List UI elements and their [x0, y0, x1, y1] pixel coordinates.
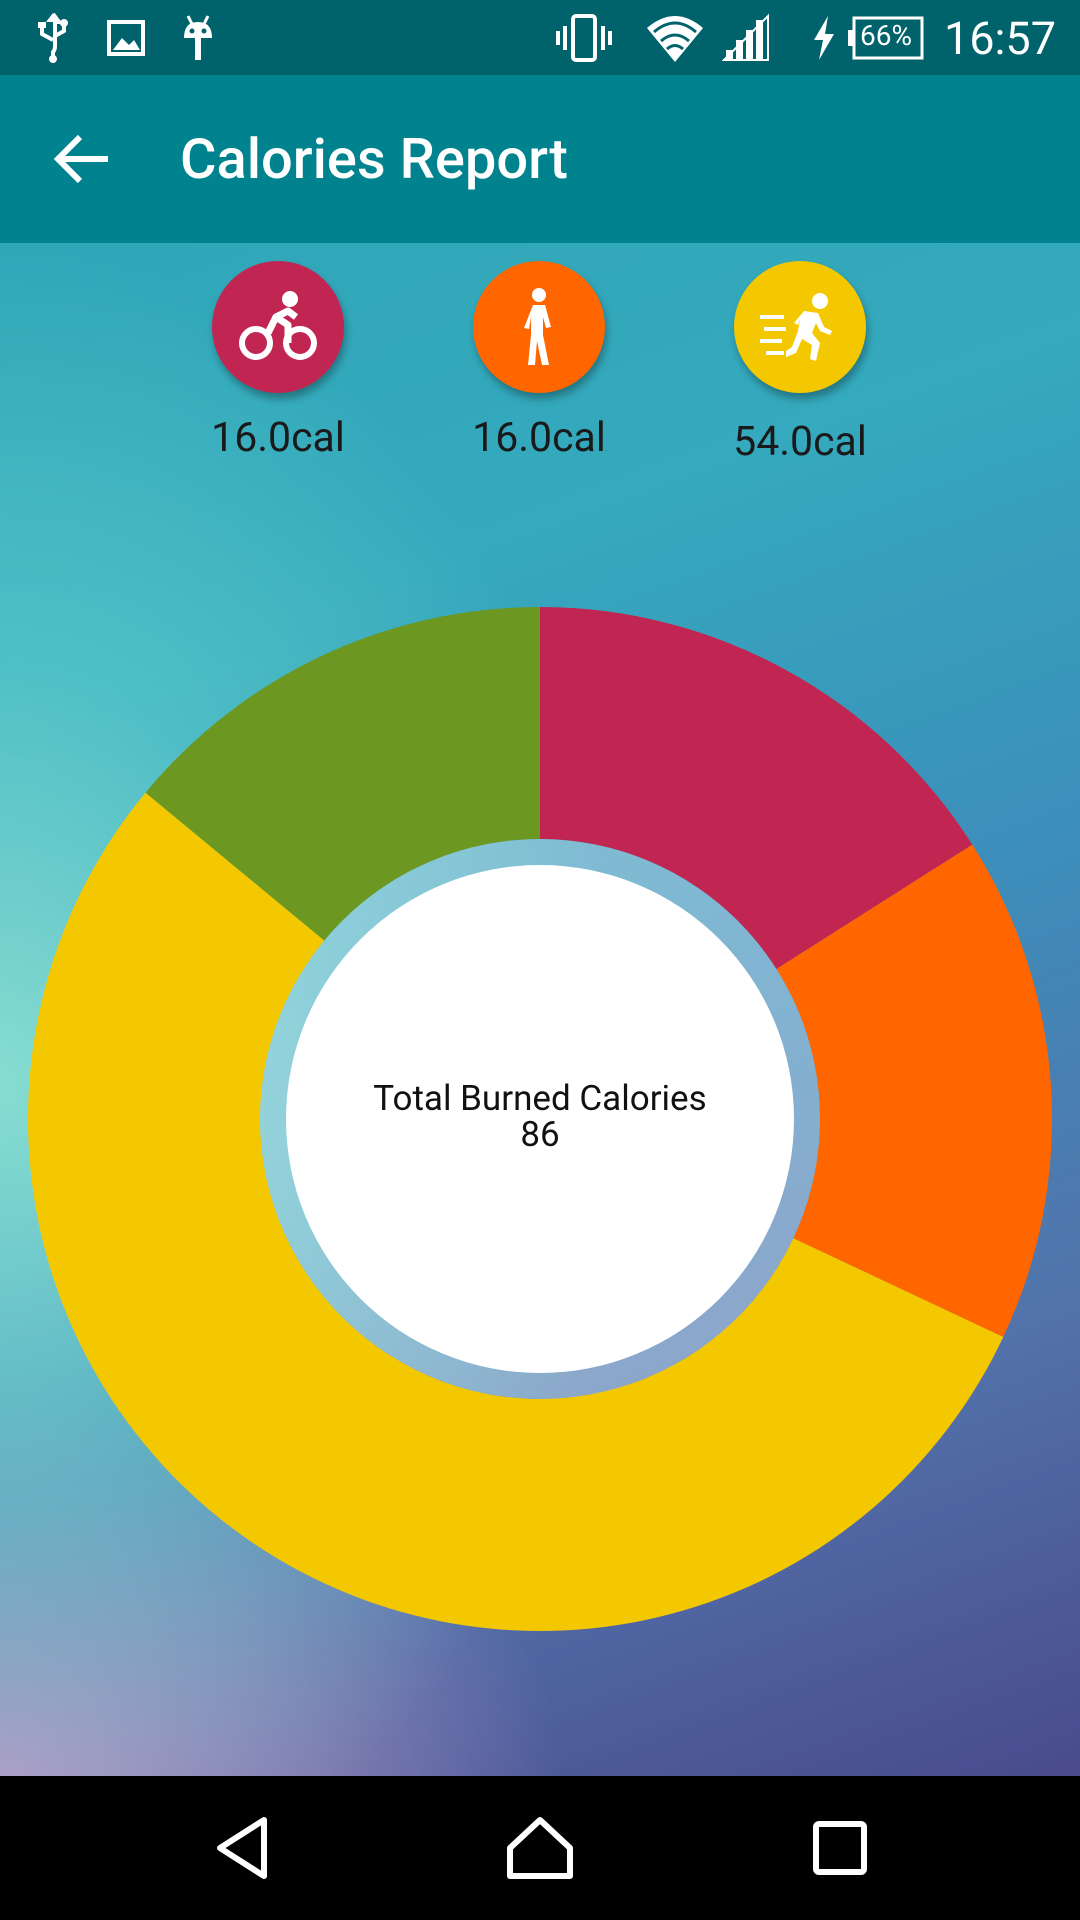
- battery-percentage: 66%: [860, 19, 912, 52]
- report-content: 16.0cal 16.0cal 54.0cal Total Burned Cal: [0, 243, 1080, 1776]
- usb-icon: [38, 12, 68, 63]
- vibrate-icon: [556, 14, 612, 62]
- app-bar: Calories Report: [0, 75, 1080, 243]
- status-bar: 66% 16:57: [0, 0, 1080, 75]
- total-burned-title: Total Burned Calories: [373, 1078, 707, 1119]
- back-triangle-icon[interactable]: [206, 1812, 278, 1884]
- wifi-icon: [647, 16, 703, 62]
- page-title: Calories Report: [180, 126, 568, 192]
- navigation-bar: [0, 1776, 1080, 1920]
- donut-center-label: Total Burned Calories 86: [290, 1081, 790, 1153]
- total-burned-value: 86: [520, 1114, 560, 1155]
- charging-icon: [814, 16, 834, 60]
- android-icon: [184, 15, 212, 60]
- image-icon: [107, 20, 145, 56]
- recents-square-icon[interactable]: [804, 1812, 876, 1884]
- arrow-back-icon[interactable]: [48, 123, 120, 195]
- home-icon[interactable]: [504, 1812, 576, 1884]
- clock: 16:57: [943, 12, 1056, 65]
- signal-icon: [722, 13, 769, 61]
- calories-donut-chart: [27, 607, 1052, 1631]
